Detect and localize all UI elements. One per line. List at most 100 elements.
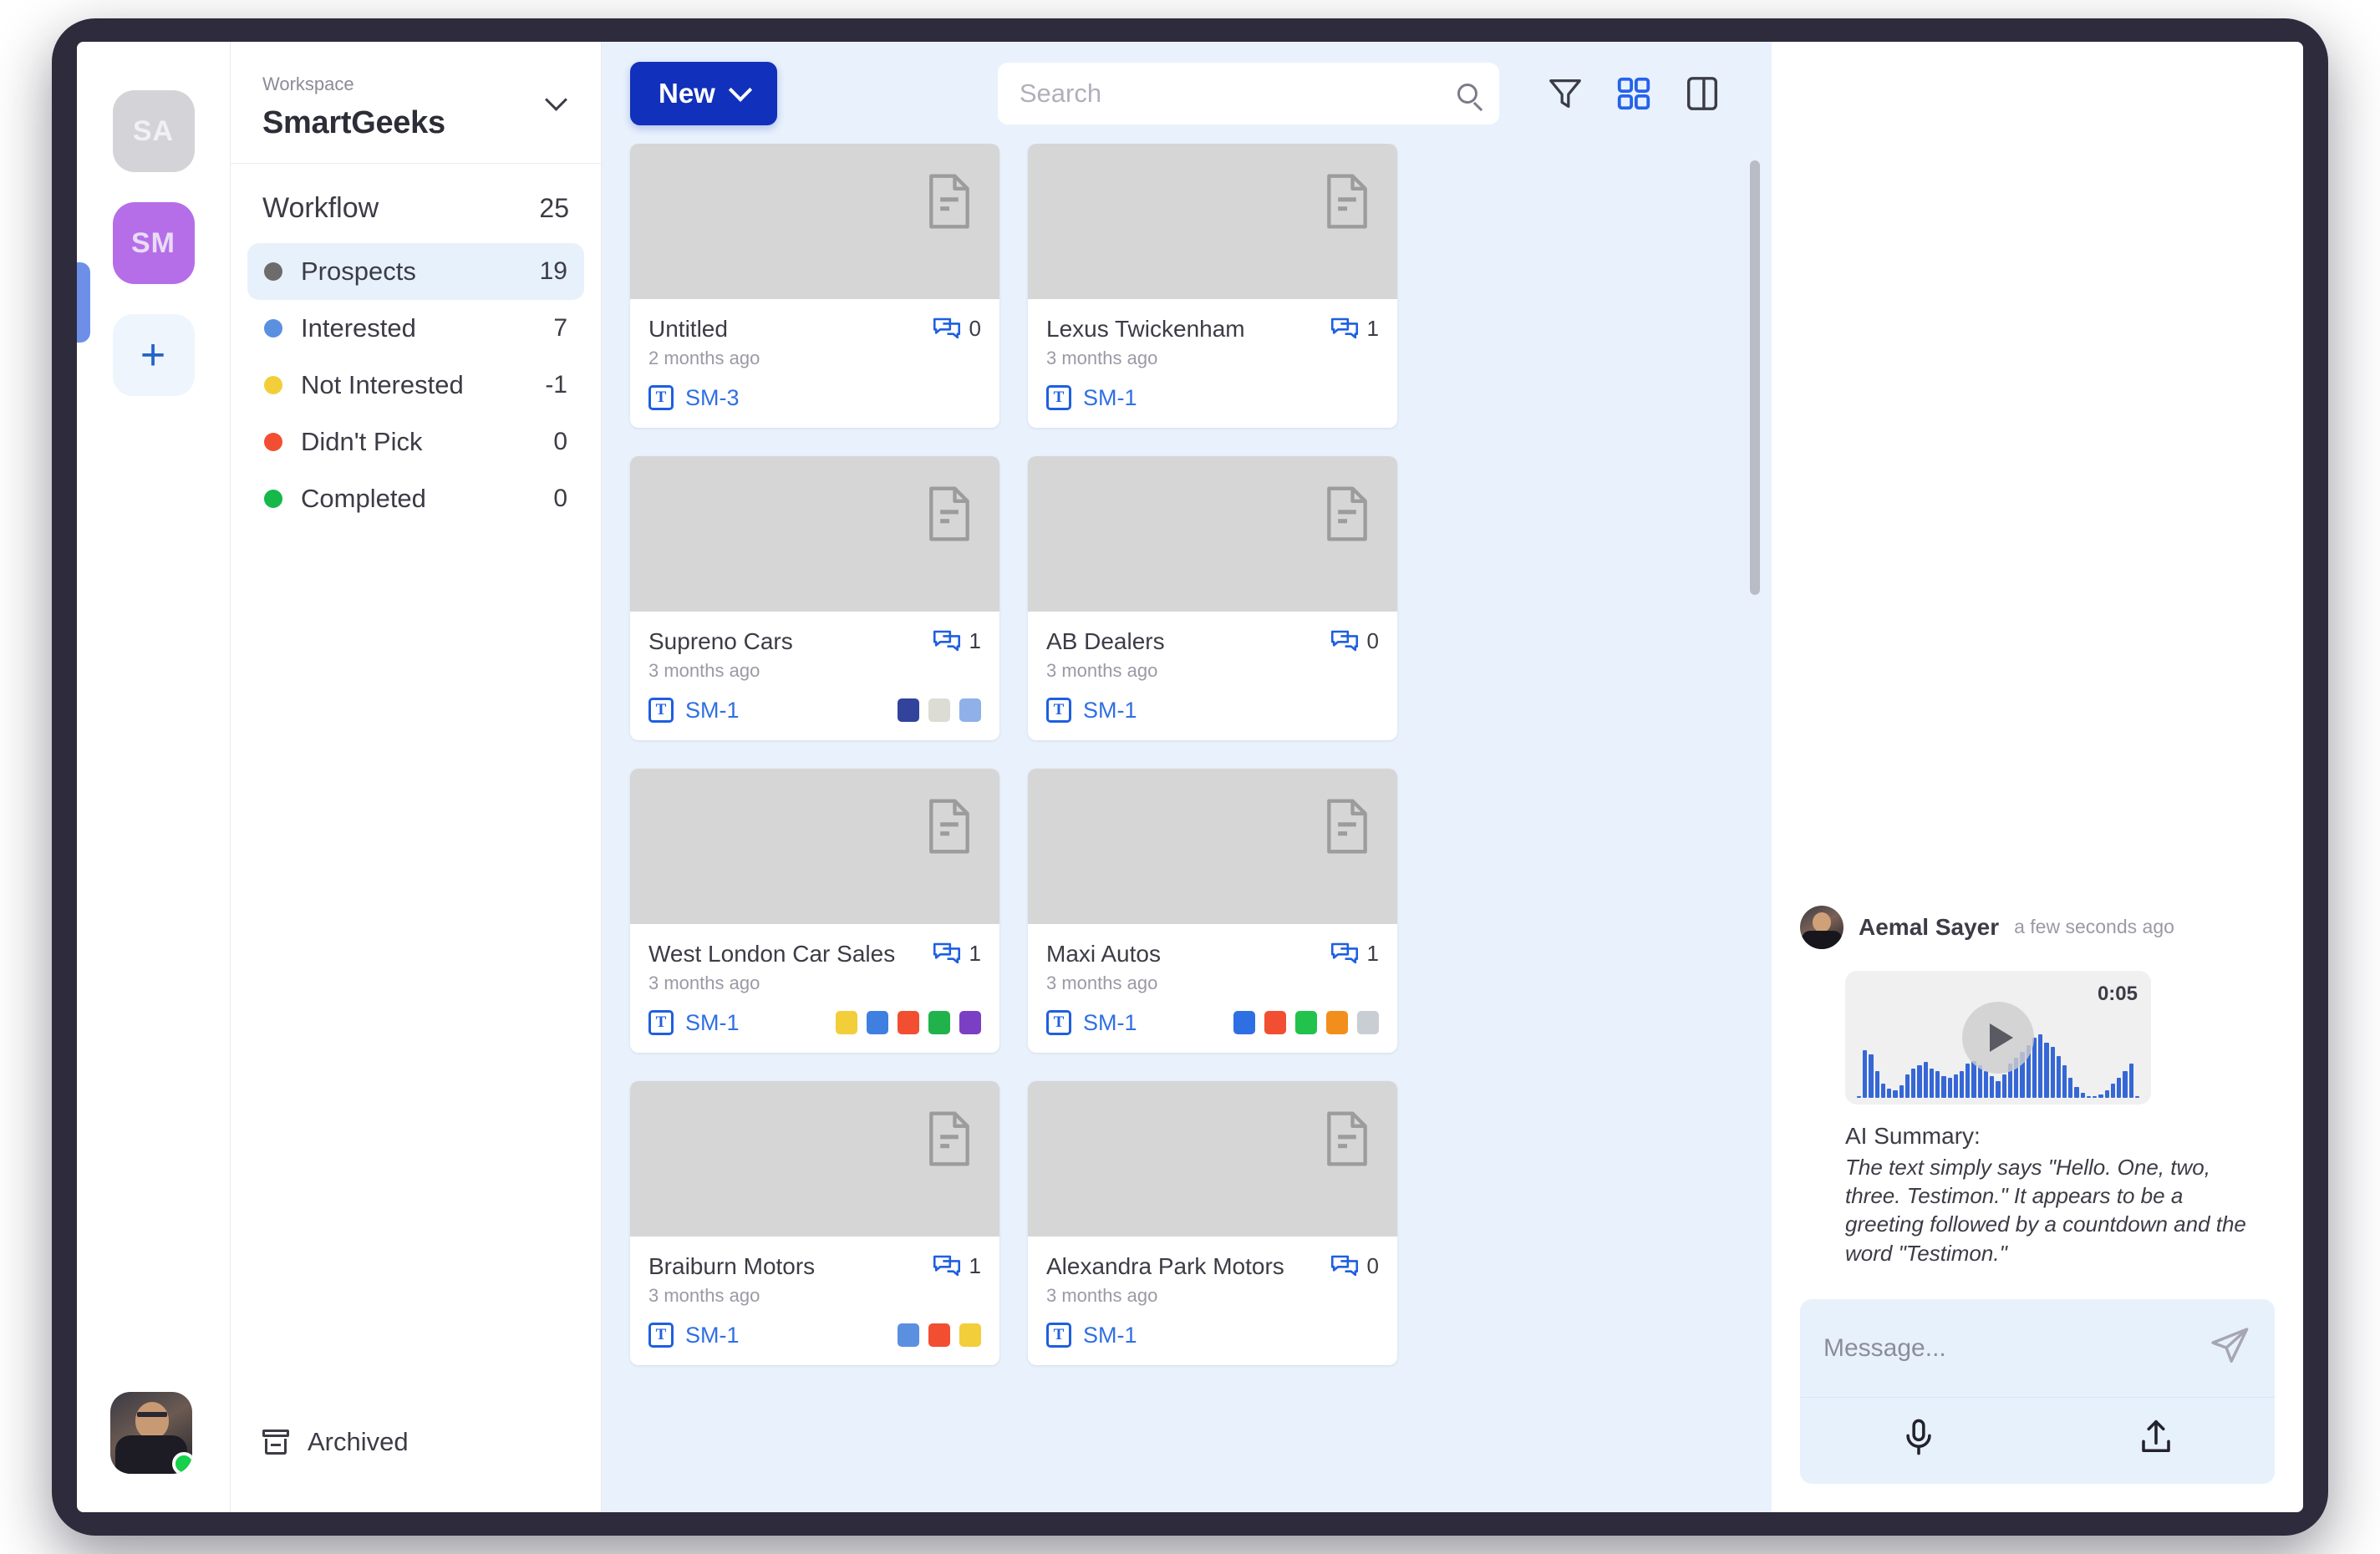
comment-badge[interactable]: 1 — [1330, 941, 1379, 967]
card-tag[interactable]: T SM-3 — [648, 385, 740, 411]
workflow-item-didn-t-pick[interactable]: Didn't Pick 0 — [247, 414, 584, 470]
card-footer: T SM-1 — [1028, 682, 1397, 740]
card-tag[interactable]: T SM-1 — [648, 1323, 740, 1348]
color-swatch[interactable] — [898, 1323, 919, 1347]
send-icon[interactable] — [2208, 1324, 2251, 1372]
card-tag[interactable]: T SM-1 — [648, 698, 740, 724]
color-swatch[interactable] — [928, 698, 950, 722]
waveform-bar — [2080, 1093, 2085, 1098]
document-icon — [929, 1111, 969, 1166]
audio-message-player[interactable]: 0:05 — [1845, 970, 2151, 1105]
card-tag[interactable]: T SM-1 — [1046, 1010, 1137, 1036]
archived-link[interactable]: Archived — [231, 1427, 601, 1512]
waveform-bar — [1966, 1064, 1971, 1098]
text-type-icon: T — [1046, 698, 1071, 723]
color-swatch[interactable] — [959, 698, 981, 722]
comment-icon — [1330, 317, 1358, 338]
board-view-icon[interactable] — [1683, 74, 1721, 113]
color-swatch[interactable] — [1233, 1011, 1255, 1034]
new-button[interactable]: New — [630, 62, 777, 125]
color-swatch[interactable] — [1357, 1011, 1379, 1034]
comment-count: 1 — [969, 628, 981, 653]
workflow-item-completed[interactable]: Completed 0 — [247, 470, 584, 527]
waveform-bar — [1929, 1068, 1935, 1098]
vertical-scrollbar[interactable] — [1750, 160, 1760, 595]
card-date: 3 months ago — [1046, 973, 1158, 993]
card-tag-label: SM-3 — [685, 384, 740, 410]
card[interactable]: Maxi Autos 3 months ago 1 T SM-1 — [1028, 769, 1397, 1053]
comment-badge[interactable]: 1 — [933, 941, 981, 967]
card-tag-label: SM-1 — [1083, 384, 1137, 410]
color-swatch[interactable] — [928, 1323, 950, 1347]
card-thumbnail — [1028, 769, 1397, 924]
microphone-icon[interactable] — [1898, 1416, 1940, 1462]
card[interactable]: Supreno Cars 3 months ago 1 T SM-1 — [630, 456, 999, 740]
card[interactable]: AB Dealers 3 months ago 0 T SM-1 — [1028, 456, 1397, 740]
comment-badge[interactable]: 1 — [933, 628, 981, 654]
color-swatch[interactable] — [1326, 1011, 1348, 1034]
search-input[interactable] — [1019, 79, 1457, 109]
search-icon[interactable] — [1457, 84, 1477, 104]
card[interactable]: West London Car Sales 3 months ago 1 T SM-1 — [630, 769, 999, 1053]
device-frame: SA SM + Workspace SmartGeeks Workflow 25… — [52, 18, 2328, 1536]
card[interactable]: Alexandra Park Motors 3 months ago 0 T SM-1 — [1028, 1081, 1397, 1365]
card-tag[interactable]: T SM-1 — [1046, 1323, 1137, 1348]
chevron-down-icon[interactable] — [546, 92, 569, 105]
workflow-list: Prospects 19 Interested 7 Not Interested -1 Di… — [231, 243, 601, 527]
waveform-bar — [1923, 1062, 1928, 1098]
workspace-name: SmartGeeks — [262, 105, 445, 140]
play-button[interactable] — [1962, 1001, 2034, 1074]
comment-badge[interactable]: 1 — [933, 1253, 981, 1279]
card-footer: T SM-1 — [1028, 1307, 1397, 1365]
workflow-item-interested[interactable]: Interested 7 — [247, 300, 584, 357]
color-swatch[interactable] — [898, 1011, 919, 1034]
color-swatch[interactable] — [959, 1011, 981, 1034]
card-body: Maxi Autos 3 months ago 1 — [1028, 924, 1397, 994]
workflow-item-not-interested[interactable]: Not Interested -1 — [247, 357, 584, 414]
comment-badge[interactable]: 1 — [1330, 316, 1379, 342]
document-icon — [1327, 1111, 1367, 1166]
comment-badge[interactable]: 0 — [1330, 1253, 1379, 1279]
chevron-down-icon — [728, 78, 753, 102]
waveform-bar — [1959, 1071, 1965, 1098]
waveform-bar — [2056, 1056, 2061, 1098]
ai-summary-title: AI Summary: — [1845, 1122, 1981, 1149]
color-swatch[interactable] — [1295, 1011, 1317, 1034]
status-dot — [264, 433, 282, 451]
waveform-bar — [2068, 1077, 2073, 1098]
color-swatch[interactable] — [836, 1011, 857, 1034]
add-workspace-button[interactable]: + — [112, 314, 195, 396]
card[interactable]: Untitled 2 months ago 0 T SM-3 — [630, 144, 999, 428]
workflow-total-count: 25 — [539, 193, 569, 223]
comment-badge[interactable]: 0 — [933, 316, 981, 342]
comment-badge[interactable]: 0 — [1330, 628, 1379, 654]
workspace-header[interactable]: Workspace SmartGeeks — [231, 42, 601, 164]
waveform-bar — [1977, 1065, 1982, 1098]
card-tag[interactable]: T SM-1 — [1046, 698, 1137, 724]
color-swatch[interactable] — [867, 1011, 888, 1034]
user-avatar[interactable] — [110, 1392, 192, 1474]
message-input[interactable] — [1823, 1333, 2193, 1363]
upload-icon[interactable] — [2135, 1416, 2177, 1462]
color-swatch[interactable] — [898, 698, 919, 722]
search-box[interactable] — [997, 63, 1499, 124]
card-tag[interactable]: T SM-1 — [1046, 385, 1137, 411]
color-swatch[interactable] — [928, 1011, 950, 1034]
card-body: Lexus Twickenham 3 months ago 1 — [1028, 299, 1397, 369]
filter-icon[interactable] — [1546, 74, 1584, 113]
card[interactable]: Lexus Twickenham 3 months ago 1 T SM-1 — [1028, 144, 1397, 428]
workspace-avatar-sm[interactable]: SM — [112, 202, 195, 284]
card[interactable]: Braiburn Motors 3 months ago 1 T SM-1 — [630, 1081, 999, 1365]
card-swatches — [898, 698, 981, 722]
grid-view-icon[interactable] — [1615, 74, 1653, 113]
color-swatch[interactable] — [1264, 1011, 1286, 1034]
color-swatch[interactable] — [959, 1323, 981, 1347]
workflow-item-label: Didn't Pick — [301, 427, 423, 456]
workflow-title: Workflow — [262, 192, 379, 224]
status-dot — [264, 262, 282, 281]
workspace-avatar-sa[interactable]: SA — [112, 90, 195, 172]
card-tag[interactable]: T SM-1 — [648, 1010, 740, 1036]
workflow-item-prospects[interactable]: Prospects 19 — [247, 243, 584, 300]
message-timestamp: a few seconds ago — [2014, 916, 2174, 938]
cards-scroll-area[interactable]: Untitled 2 months ago 0 T SM-3 Lexus Twickenh… — [602, 144, 1772, 1512]
